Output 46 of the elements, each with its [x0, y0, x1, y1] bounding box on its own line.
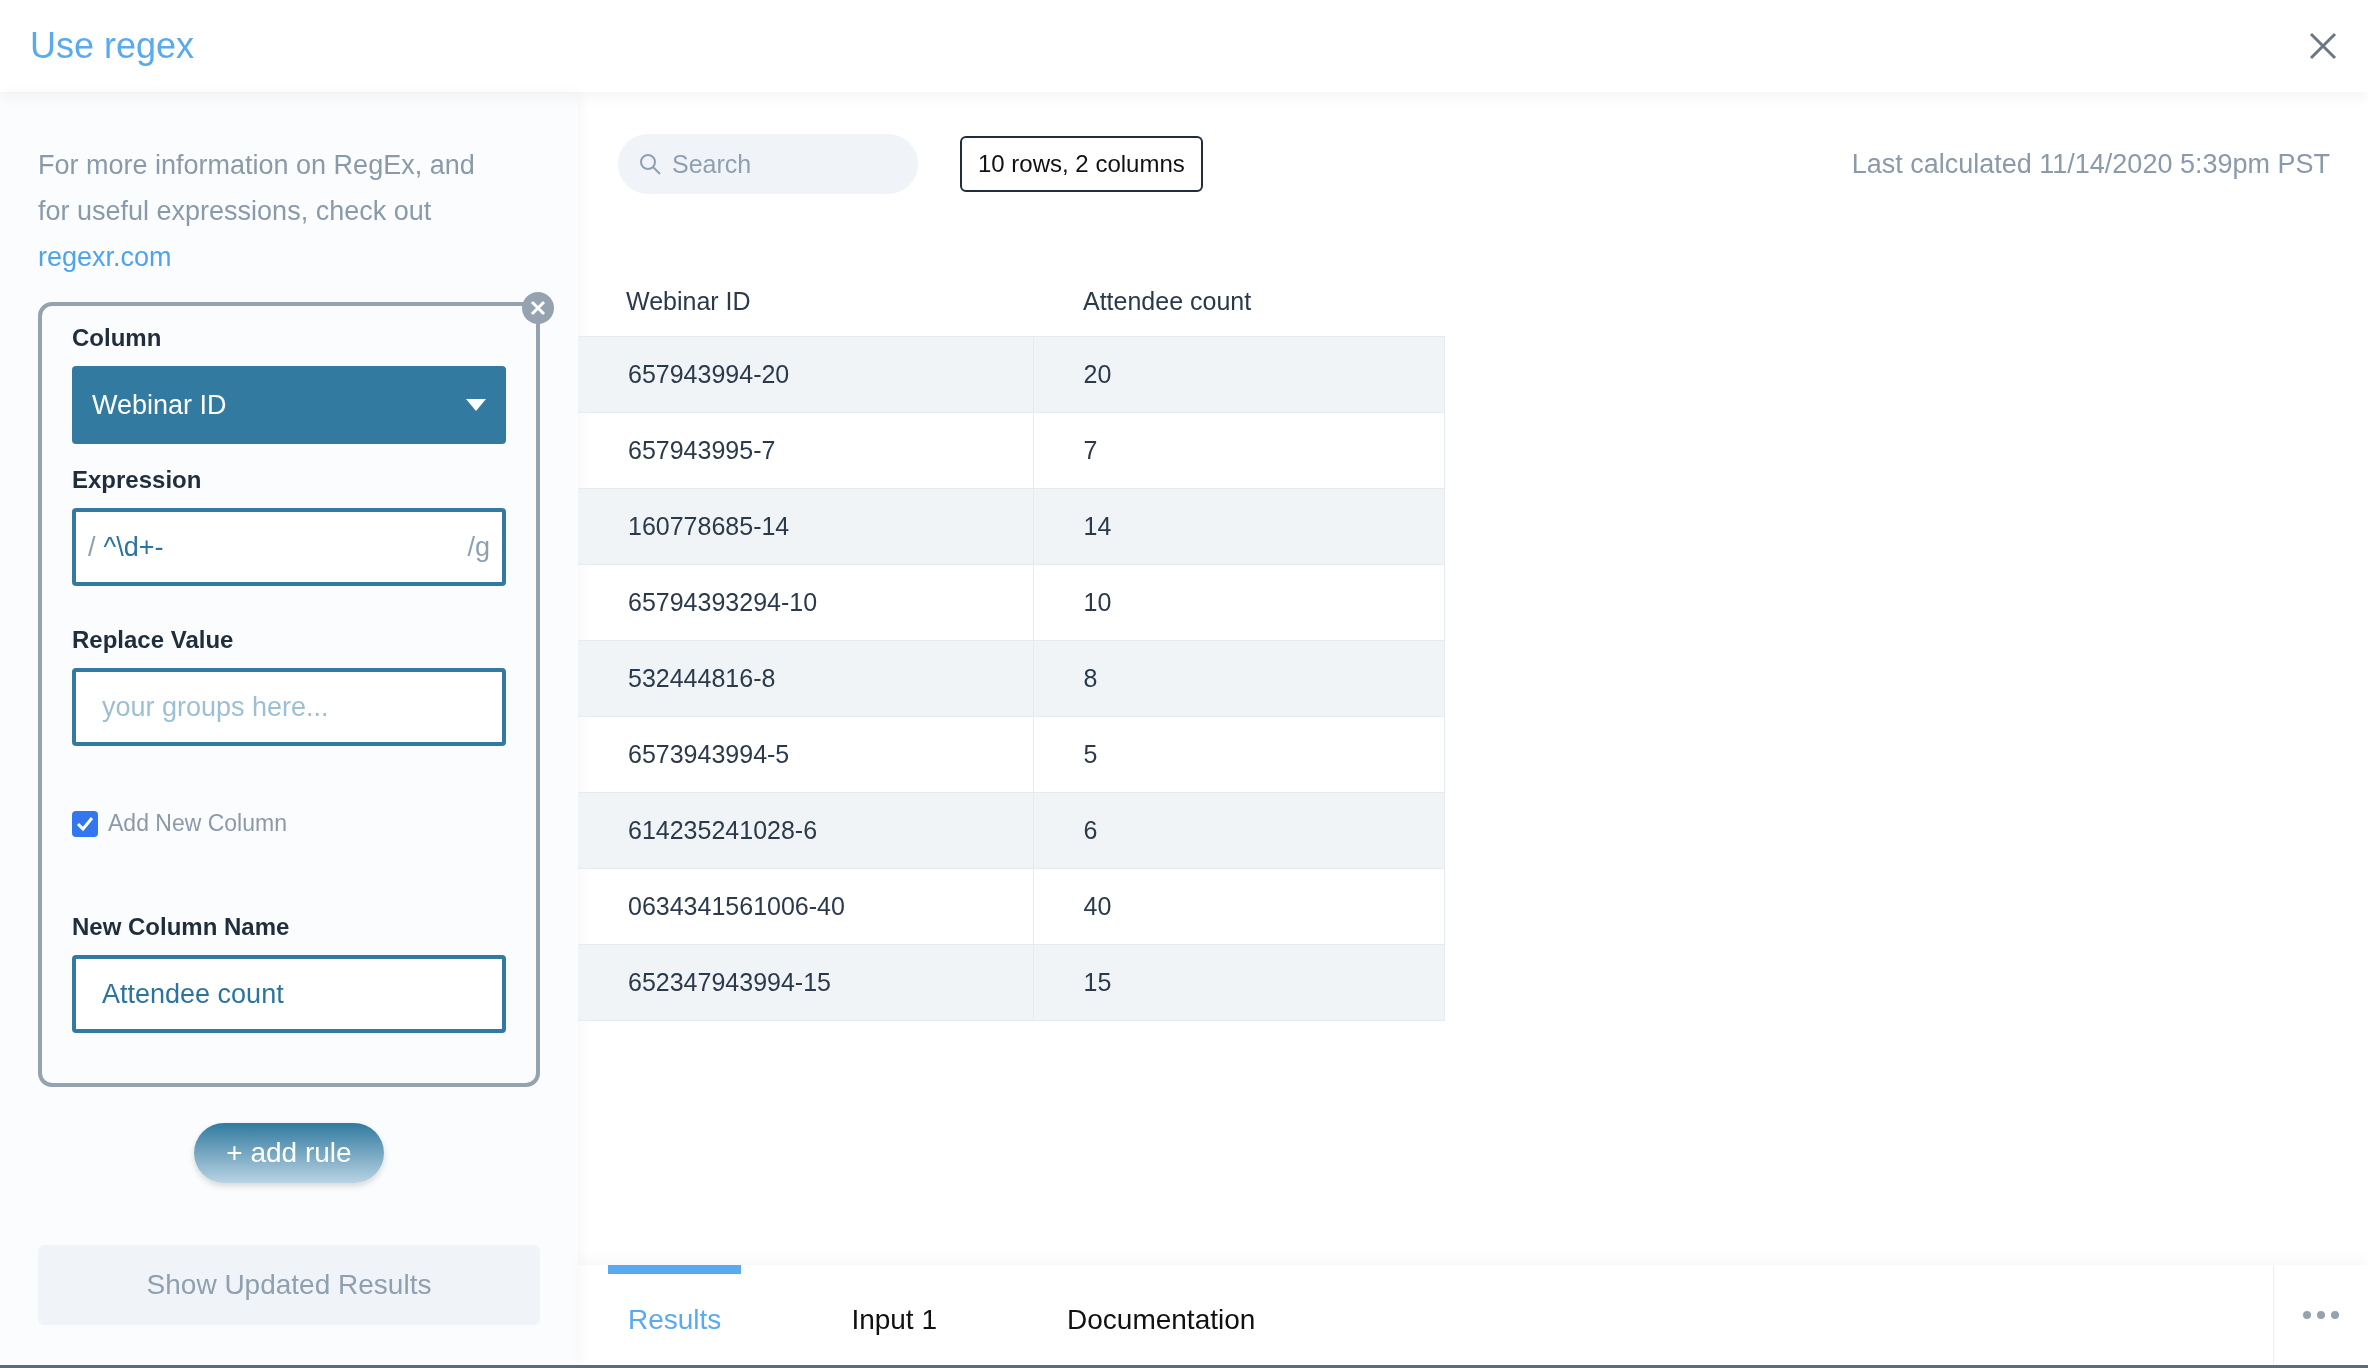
add-rule-button[interactable]: + add rule	[194, 1123, 384, 1183]
field-label: Expression	[72, 466, 203, 494]
table-cell: 657943994-20	[578, 336, 1033, 413]
replace-value-field[interactable]: your groups here...	[72, 668, 506, 746]
info-text: For more information on RegEx, and for useful expressions, check out regexr.com	[38, 149, 476, 274]
column-header: Attendee count	[1033, 280, 1445, 337]
table-cell: 160778685-14	[578, 488, 1033, 565]
table-cell: 657943995-7	[578, 412, 1033, 489]
table-cell: 7	[1033, 412, 1445, 489]
field-label: New Column Name	[72, 913, 291, 941]
field-label: Replace Value	[72, 626, 235, 654]
size-badge: 10 rows, 2 columns	[960, 136, 1203, 192]
tab[interactable]: Documentation	[1047, 1265, 1276, 1365]
dialog-title: Use regex	[30, 25, 195, 67]
close-icon[interactable]	[2308, 31, 2338, 61]
table-cell: 65794393294-10	[578, 564, 1033, 641]
table-cell: 15	[1033, 944, 1445, 1021]
table-cell: 532444816-8	[578, 640, 1033, 717]
column-dropdown[interactable]: Webinar ID	[72, 366, 506, 444]
search-icon	[638, 152, 662, 176]
tab[interactable]: Input 1	[831, 1265, 957, 1365]
tab[interactable]: Results	[608, 1265, 742, 1365]
show-results-button[interactable]: Show Updated Results	[38, 1245, 540, 1325]
field-label: Column	[72, 324, 163, 352]
expression-field[interactable]: / ^\d+- /g	[72, 508, 506, 586]
check-icon	[76, 815, 94, 832]
table-cell: 614235241028-6	[578, 792, 1033, 869]
table-cell: 6	[1033, 792, 1445, 869]
table-cell: 8	[1033, 640, 1445, 717]
table-cell: 14	[1033, 488, 1445, 565]
regexr-link[interactable]: regexr.com	[38, 242, 172, 272]
caret-icon	[466, 399, 486, 411]
search-field[interactable]: Search	[618, 134, 918, 194]
new-column-name-field[interactable]: Attendee count	[72, 955, 506, 1033]
add-column-checkbox[interactable]	[72, 810, 98, 837]
table-cell: 0634341561006-40	[578, 868, 1033, 945]
column-header: Webinar ID	[578, 280, 1033, 337]
table-cell: 5	[1033, 716, 1445, 793]
last-calculated-text: Last calculated 11/14/2020 5:39pm PST	[1851, 148, 2330, 180]
table-cell: 6573943994-5	[578, 716, 1033, 793]
table-cell: 652347943994-15	[578, 944, 1033, 1021]
table-cell: 20	[1033, 336, 1445, 413]
checkbox-label: Add New Column	[108, 810, 287, 837]
more-icon[interactable]	[2302, 1310, 2340, 1320]
table-cell: 10	[1033, 564, 1445, 641]
table-cell: 40	[1033, 868, 1445, 945]
